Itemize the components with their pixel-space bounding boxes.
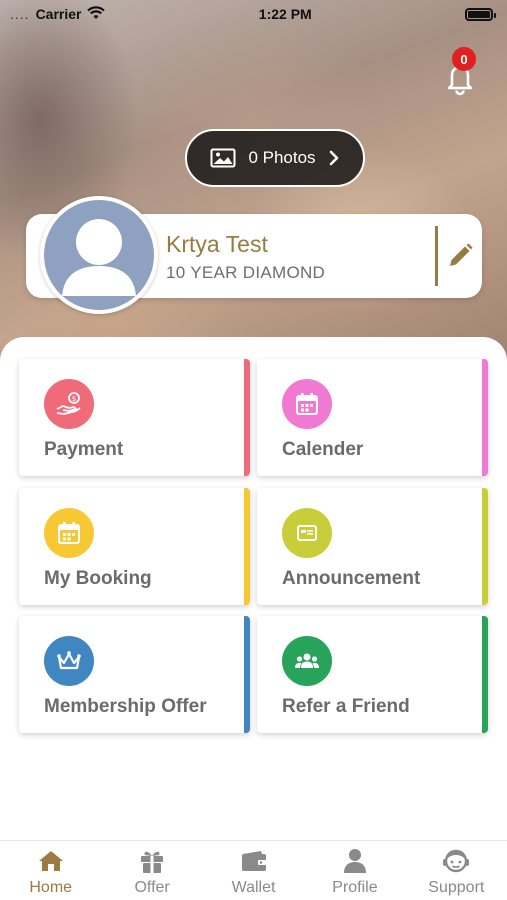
image-icon (210, 148, 236, 168)
tab-label-profile: Profile (332, 879, 378, 896)
tile-accent-stripe (244, 359, 250, 476)
tab-profile[interactable]: Profile (304, 841, 405, 900)
people-icon (282, 636, 332, 686)
wifi-icon (87, 5, 106, 23)
tab-label-support: Support (428, 879, 485, 896)
menu-tile-my-booking[interactable]: My Booking (19, 488, 250, 605)
booking-calendar-icon (44, 508, 94, 558)
menu-tile-announcement[interactable]: Announcement (257, 488, 488, 605)
user-avatar-icon (62, 219, 136, 296)
battery-icon (465, 7, 496, 21)
announcement-icon (282, 508, 332, 558)
menu-tile-payment[interactable]: $ Payment (19, 359, 250, 476)
menu-tile-calender[interactable]: Calender (257, 359, 488, 476)
edit-profile-button[interactable] (446, 242, 474, 270)
chevron-right-icon (329, 150, 338, 166)
profile-name: Krtya Test (166, 231, 268, 257)
menu-tile-label: Refer a Friend (282, 696, 410, 717)
bottom-tab-bar: Home Offer Wallet Profile Support (0, 840, 507, 900)
gift-icon (139, 847, 165, 875)
menu-tile-membership-offer[interactable]: Membership Offer (19, 616, 250, 733)
tab-label-offer: Offer (134, 879, 170, 896)
money-hand-icon: $ (44, 379, 94, 429)
menu-tile-refer-a-friend[interactable]: Refer a Friend (257, 616, 488, 733)
membership-tier: 10 YEAR DIAMOND (166, 263, 326, 282)
home-icon (38, 847, 64, 875)
photos-label: 0 Photos (248, 148, 316, 167)
tile-accent-stripe (244, 488, 250, 605)
wallet-icon (240, 847, 268, 875)
notification-count-badge: 0 (452, 47, 476, 71)
tab-offer[interactable]: Offer (101, 841, 202, 900)
tab-support[interactable]: Support (406, 841, 507, 900)
signal-indicator: .... (10, 6, 30, 22)
crown-icon (44, 636, 94, 686)
menu-tile-label: My Booking (44, 568, 152, 589)
calendar-icon (282, 379, 332, 429)
menu-tile-label: Payment (44, 439, 124, 460)
tile-accent-stripe (482, 359, 488, 476)
tab-label-wallet: Wallet (231, 879, 276, 896)
tile-accent-stripe (244, 616, 250, 733)
tab-label-home: Home (29, 879, 73, 896)
status-bar: .... Carrier 1:22 PM (0, 0, 507, 28)
pencil-icon (450, 243, 473, 266)
notifications-button[interactable]: 0 (440, 47, 480, 97)
tab-wallet[interactable]: Wallet (203, 841, 304, 900)
user-icon (343, 847, 367, 875)
photos-button[interactable]: 0 Photos (185, 129, 365, 187)
avatar[interactable] (40, 196, 158, 314)
svg-text:$: $ (72, 395, 76, 403)
tile-accent-stripe (482, 616, 488, 733)
menu-tile-label: Announcement (282, 568, 421, 589)
tab-home[interactable]: Home (0, 841, 101, 900)
carrier-label: Carrier (35, 6, 82, 22)
edit-divider (435, 226, 438, 286)
header-background-image (0, 0, 507, 380)
menu-tile-label: Calender (282, 439, 364, 460)
tile-accent-stripe (482, 488, 488, 605)
menu-tile-label: Membership Offer (44, 696, 207, 717)
support-agent-icon (441, 847, 471, 875)
status-time: 1:22 PM (258, 6, 312, 22)
